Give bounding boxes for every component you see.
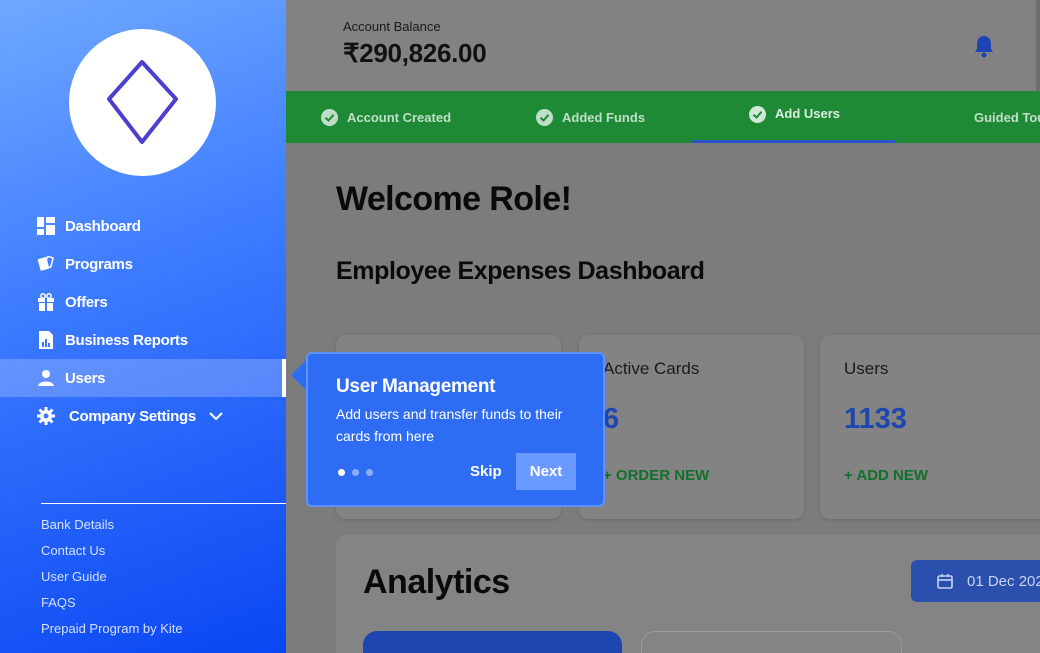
sidebar: Dashboard Programs Offers Business Repor… [0, 0, 286, 653]
next-button[interactable]: Next [516, 453, 576, 490]
date-picker-button[interactable]: 01 Dec 2022 [911, 560, 1040, 602]
gift-icon [37, 293, 55, 311]
check-circle-icon [749, 106, 766, 123]
sidebar-item-label: Dashboard [65, 217, 141, 235]
step-guided-tour: Guided Tour [974, 91, 1040, 143]
tooltip-text: Add users and transfer funds to their ca… [336, 406, 563, 444]
balance-label: Account Balance [343, 19, 441, 34]
cards-icon [37, 255, 55, 273]
sidebar-footer-links: Bank Details Contact Us User Guide FAQS … [41, 515, 183, 645]
card-number: 1133 [844, 403, 907, 435]
header: Account Balance ₹290,826.00 [286, 0, 1040, 91]
sidebar-item-label: Company Settings [69, 407, 196, 425]
sidebar-item-dashboard[interactable]: Dashboard [0, 207, 286, 245]
dashboard-subtitle: Employee Expenses Dashboard [336, 257, 705, 285]
date-label: 01 Dec 2022 [967, 572, 1040, 590]
analytics-panel: Analytics 01 Dec 2022 [336, 535, 1040, 653]
sidebar-item-label: Business Reports [65, 331, 188, 349]
sidebar-item-business-reports[interactable]: Business Reports [0, 321, 286, 359]
step-account-created: Account Created [321, 91, 451, 143]
sidebar-item-label: Users [65, 369, 106, 387]
progress-dot [352, 469, 359, 476]
analytics-tab-secondary[interactable] [641, 631, 902, 653]
card-number: 6 [603, 403, 620, 435]
tooltip-arrow [291, 359, 307, 391]
progress-dot [366, 469, 373, 476]
footer-link-bank-details[interactable]: Bank Details [41, 515, 183, 541]
analytics-tab-primary[interactable] [363, 631, 622, 653]
sidebar-nav: Dashboard Programs Offers Business Repor… [0, 207, 286, 435]
bell-icon[interactable] [973, 34, 995, 58]
sidebar-item-label: Offers [65, 293, 108, 311]
footer-link-prepaid-program[interactable]: Prepaid Program by Kite [41, 619, 183, 645]
onboarding-steps: Account Created Added Funds Add Users Gu… [286, 91, 1040, 143]
card-title: Users [844, 359, 889, 378]
active-cards-card: Active Cards 6 + ORDER NEW [579, 335, 804, 519]
diamond-logo-icon [107, 60, 178, 144]
gear-icon [37, 407, 55, 425]
step-label: Added Funds [562, 109, 646, 125]
tooltip-title: User Management [336, 376, 496, 397]
sidebar-item-company-settings[interactable]: Company Settings [0, 397, 286, 435]
balance-value: ₹290,826.00 [343, 38, 487, 68]
skip-button[interactable]: Skip [470, 463, 502, 480]
tour-tooltip: User Management Add users and transfer f… [306, 352, 605, 507]
analytics-title: Analytics [363, 563, 510, 601]
users-card: Users 1133 + ADD NEW [820, 335, 1040, 519]
dashboard-icon [37, 217, 55, 235]
card-title: Active Cards [603, 359, 700, 378]
sidebar-divider [41, 503, 286, 504]
user-icon [37, 369, 55, 387]
step-label: Guided Tour [974, 109, 1040, 125]
welcome-heading: Welcome Role! [336, 180, 572, 218]
tooltip-progress-dots [338, 469, 373, 476]
progress-dot [338, 469, 345, 476]
footer-link-user-guide[interactable]: User Guide [41, 567, 183, 593]
step-label: Add Users [775, 106, 841, 121]
header-divider [1036, 0, 1040, 91]
sidebar-item-programs[interactable]: Programs [0, 245, 286, 283]
chevron-down-icon[interactable] [208, 408, 224, 424]
calendar-icon [937, 574, 953, 589]
order-new-link[interactable]: + ORDER NEW [603, 467, 709, 484]
sidebar-item-users[interactable]: Users [0, 359, 286, 397]
step-added-funds: Added Funds [536, 91, 645, 143]
report-icon [37, 331, 55, 349]
main-content: Account Balance ₹290,826.00 Account Crea… [286, 0, 1040, 653]
footer-link-contact-us[interactable]: Contact Us [41, 541, 183, 567]
logo [69, 29, 216, 176]
add-new-link[interactable]: + ADD NEW [844, 467, 928, 484]
step-add-users: Add Users [691, 91, 895, 143]
check-circle-icon [536, 108, 553, 126]
check-circle-icon [321, 108, 338, 126]
sidebar-item-offers[interactable]: Offers [0, 283, 286, 321]
footer-link-faqs[interactable]: FAQS [41, 593, 183, 619]
sidebar-item-label: Programs [65, 255, 133, 273]
step-label: Account Created [347, 109, 452, 125]
